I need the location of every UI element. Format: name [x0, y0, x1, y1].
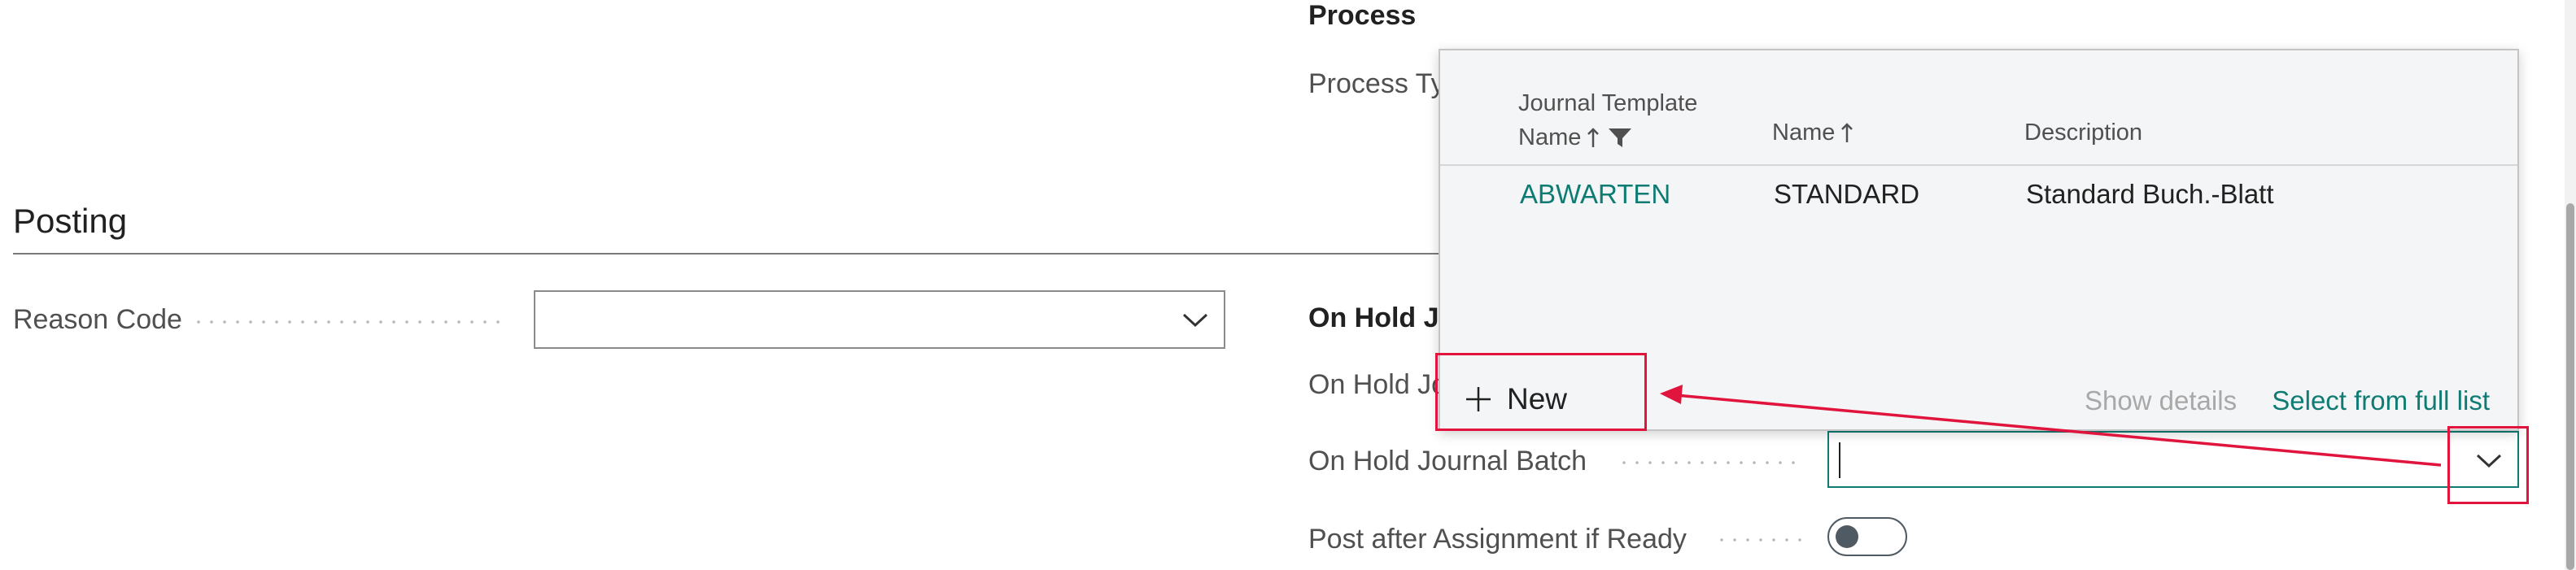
- page-scrollbar[interactable]: [2565, 0, 2576, 570]
- annotation-arrow: [1660, 385, 2442, 467]
- scrollbar-thumb[interactable]: [2566, 203, 2574, 570]
